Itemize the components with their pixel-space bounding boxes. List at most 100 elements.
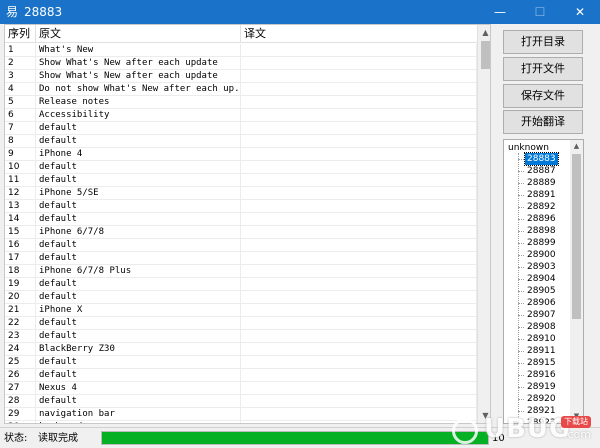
table-row[interactable]: 13 default: [5, 200, 477, 213]
cell-translation[interactable]: [241, 421, 477, 423]
tree-item-label[interactable]: 28906: [525, 297, 558, 309]
save-file-button[interactable]: 保存文件: [503, 84, 583, 108]
tree-item-label[interactable]: 28908: [525, 321, 558, 333]
tree-item-label[interactable]: 28896: [525, 213, 558, 225]
table-row[interactable]: 15 iPhone 6/7/8: [5, 226, 477, 239]
scroll-up-icon[interactable]: ▲: [478, 25, 490, 40]
tree-scrollbar[interactable]: ▲ ▼: [570, 140, 583, 423]
tree-item-label[interactable]: 28889: [525, 177, 558, 189]
tree-item-label[interactable]: 28911: [525, 345, 558, 357]
tree-item[interactable]: 28900: [504, 249, 570, 261]
tree-item[interactable]: 28906: [504, 297, 570, 309]
tree-item-label[interactable]: 28907: [525, 309, 558, 321]
tree-scroll-thumb[interactable]: [572, 154, 581, 319]
table-row[interactable]: 10 default: [5, 161, 477, 174]
table-row[interactable]: 12 iPhone 5/SE: [5, 187, 477, 200]
tree-item[interactable]: 28896: [504, 213, 570, 225]
start-translate-button[interactable]: 开始翻译: [503, 110, 583, 134]
table-row[interactable]: 25 default: [5, 356, 477, 369]
tree-item[interactable]: 28883: [504, 152, 570, 166]
grid-scrollbar[interactable]: ▲ ▼: [477, 25, 490, 423]
tree-scroll-up-icon[interactable]: ▲: [570, 140, 583, 153]
tree-item[interactable]: 28911: [504, 345, 570, 357]
tree-item-label[interactable]: 28905: [525, 285, 558, 297]
tree-item[interactable]: 28919: [504, 381, 570, 393]
tree-item-label[interactable]: 28892: [525, 201, 558, 213]
tree-item[interactable]: 28903: [504, 261, 570, 273]
tree-item-label[interactable]: 28887: [525, 165, 558, 177]
translation-grid[interactable]: 序列 原文 译文 1 What's New 2 Show What's New aft…: [4, 24, 491, 424]
table-row[interactable]: 26 default: [5, 369, 477, 382]
table-row[interactable]: 28 default: [5, 395, 477, 408]
table-row[interactable]: 14 default: [5, 213, 477, 226]
table-row[interactable]: 7 default: [5, 122, 477, 135]
table-row[interactable]: 27 Nexus 4: [5, 382, 477, 395]
open-catalog-button[interactable]: 打开目录: [503, 30, 583, 54]
table-row[interactable]: 18 iPhone 6/7/8 Plus: [5, 265, 477, 278]
tree-item[interactable]: 28916: [504, 369, 570, 381]
minimize-button[interactable]: —: [480, 0, 520, 24]
table-row[interactable]: 11 default: [5, 174, 477, 187]
table-row[interactable]: 4 Do not show What's New after each up...: [5, 83, 477, 96]
tree-item[interactable]: 28891: [504, 189, 570, 201]
tree-item-label[interactable]: 28915: [525, 357, 558, 369]
tree-item[interactable]: 28898: [504, 225, 570, 237]
scroll-thumb[interactable]: [481, 41, 490, 69]
table-row[interactable]: 6 Accessibility: [5, 109, 477, 122]
tree-item-label[interactable]: 28899: [525, 237, 558, 249]
tree-item-label[interactable]: 28898: [525, 225, 558, 237]
tree-item-label[interactable]: 28883: [524, 152, 559, 166]
progress-fill: [102, 432, 488, 444]
tree-item[interactable]: 28899: [504, 237, 570, 249]
tree-item-label[interactable]: 28919: [525, 381, 558, 393]
table-row[interactable]: 17 default: [5, 252, 477, 265]
table-row[interactable]: 23 default: [5, 330, 477, 343]
column-header-translation[interactable]: 译文: [241, 25, 477, 43]
tree-item-label[interactable]: 28916: [525, 369, 558, 381]
tree-item-label[interactable]: 28920: [525, 393, 558, 405]
table-row[interactable]: 21 iPhone X: [5, 304, 477, 317]
table-row[interactable]: 9 iPhone 4: [5, 148, 477, 161]
tree-branch-line: [518, 279, 524, 280]
cell-source[interactable]: keyboard: [36, 421, 241, 423]
grid-rows: 1 What's New 2 Show What's New after each u…: [5, 44, 477, 423]
close-button[interactable]: ✕: [560, 0, 600, 24]
table-row[interactable]: 29 navigation bar: [5, 408, 477, 421]
cell-seq[interactable]: 30: [5, 421, 36, 423]
title-bar: 易 28883 — ☐ ✕: [0, 0, 600, 24]
tree-item[interactable]: 28889: [504, 177, 570, 189]
table-row[interactable]: 3 Show What's New after each update: [5, 70, 477, 83]
table-row[interactable]: 8 default: [5, 135, 477, 148]
table-row[interactable]: 22 default: [5, 317, 477, 330]
table-row[interactable]: 24 BlackBerry Z30: [5, 343, 477, 356]
tree-branch-line: [518, 195, 524, 196]
maximize-button[interactable]: ☐: [520, 0, 560, 24]
table-row[interactable]: 1 What's New: [5, 44, 477, 57]
tree-item[interactable]: 28907: [504, 309, 570, 321]
table-row[interactable]: 19 default: [5, 278, 477, 291]
column-header-source[interactable]: 原文: [36, 25, 241, 43]
tree-item[interactable]: 28887: [504, 165, 570, 177]
file-tree[interactable]: unknown 28883 28887 28889 28891 28892 28896 28…: [503, 139, 584, 424]
tree-branch-line: [518, 351, 524, 352]
tree-item-label[interactable]: 28910: [525, 333, 558, 345]
tree-item[interactable]: 28915: [504, 357, 570, 369]
open-file-button[interactable]: 打开文件: [503, 57, 583, 81]
tree-item[interactable]: 28908: [504, 321, 570, 333]
tree-item[interactable]: 28920: [504, 393, 570, 405]
tree-item-label[interactable]: 28903: [525, 261, 558, 273]
tree-branch-line: [518, 303, 524, 304]
table-row[interactable]: 2 Show What's New after each update: [5, 57, 477, 70]
table-row[interactable]: 30keyboard: [5, 421, 477, 423]
tree-item-label[interactable]: 28891: [525, 189, 558, 201]
table-row[interactable]: 16 default: [5, 239, 477, 252]
tree-item[interactable]: 28905: [504, 285, 570, 297]
tree-item-label[interactable]: 28904: [525, 273, 558, 285]
tree-item[interactable]: 28904: [504, 273, 570, 285]
table-row[interactable]: 20 default: [5, 291, 477, 304]
table-row[interactable]: 5 Release notes: [5, 96, 477, 109]
column-header-seq[interactable]: 序列: [5, 25, 36, 43]
tree-item[interactable]: 28892: [504, 201, 570, 213]
tree-item[interactable]: 28910: [504, 333, 570, 345]
tree-item-label[interactable]: 28900: [525, 249, 558, 261]
